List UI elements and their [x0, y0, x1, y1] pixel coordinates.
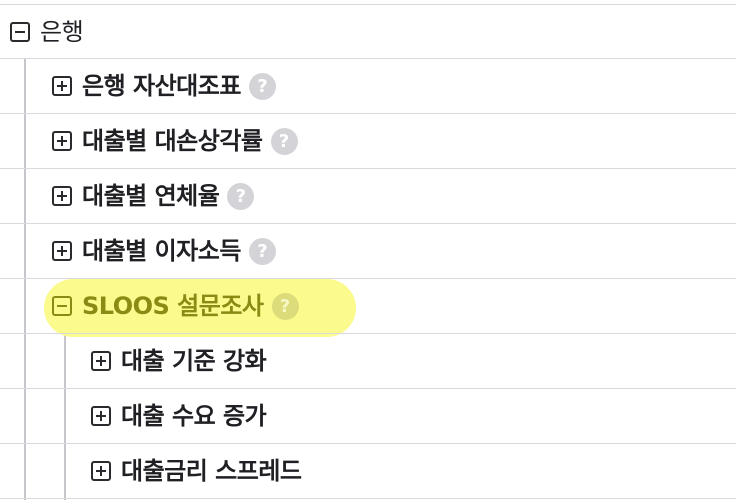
- tree-node-label: 대출 기준 강화: [121, 347, 267, 375]
- tree-node-label: 대출금리 스프레드: [121, 457, 302, 485]
- tree-node-label: 대출별 대손상각률: [82, 127, 263, 155]
- tree-node-label: 대출별 연체율: [82, 182, 220, 210]
- expand-toggle-icon[interactable]: [91, 406, 111, 426]
- expand-toggle-icon[interactable]: [52, 241, 72, 261]
- expand-toggle-icon[interactable]: [91, 351, 111, 371]
- tree-node-bank-balance-sheet[interactable]: 은행 자산대조표 ?: [0, 59, 736, 114]
- tree-node-label: 은행 자산대조표: [82, 72, 241, 100]
- help-icon[interactable]: ?: [248, 72, 276, 100]
- help-icon[interactable]: ?: [248, 237, 276, 265]
- expand-toggle-icon[interactable]: [91, 461, 111, 481]
- expand-toggle-icon[interactable]: [52, 131, 72, 151]
- tree-node-bank[interactable]: 은행: [0, 4, 736, 59]
- collapse-toggle-icon[interactable]: [10, 22, 30, 42]
- tree-node-chargeoff-rate[interactable]: 대출별 대손상각률 ?: [0, 114, 736, 169]
- tree-node-label: SLOOS 설문조사: [82, 292, 264, 320]
- tree-node-delinquency-rate[interactable]: 대출별 연체율 ?: [0, 169, 736, 224]
- tree-node-demand-increase[interactable]: 대출 수요 증가: [0, 389, 736, 444]
- help-icon[interactable]: ?: [270, 127, 298, 155]
- tree-node-label: 대출별 이자소득: [82, 237, 241, 265]
- expand-toggle-icon[interactable]: [52, 76, 72, 96]
- collapse-toggle-icon[interactable]: [52, 296, 72, 316]
- tree-node-interest-income[interactable]: 대출별 이자소득 ?: [0, 224, 736, 279]
- tree-node-tightening-standards[interactable]: 대출 기준 강화: [0, 334, 736, 389]
- tree-node-label: 대출 수요 증가: [121, 402, 267, 430]
- tree-node-rate-spread[interactable]: 대출금리 스프레드: [0, 444, 736, 499]
- indicator-tree: 은행 은행 자산대조표 ? 대출별 대손상각률 ? 대출별 연체율 ? 대출별 …: [0, 0, 736, 500]
- expand-toggle-icon[interactable]: [52, 186, 72, 206]
- tree-node-sloos-survey[interactable]: SLOOS 설문조사 ?: [0, 279, 736, 334]
- help-icon[interactable]: ?: [271, 292, 299, 320]
- tree-node-label: 은행: [40, 18, 84, 46]
- help-icon[interactable]: ?: [227, 182, 255, 210]
